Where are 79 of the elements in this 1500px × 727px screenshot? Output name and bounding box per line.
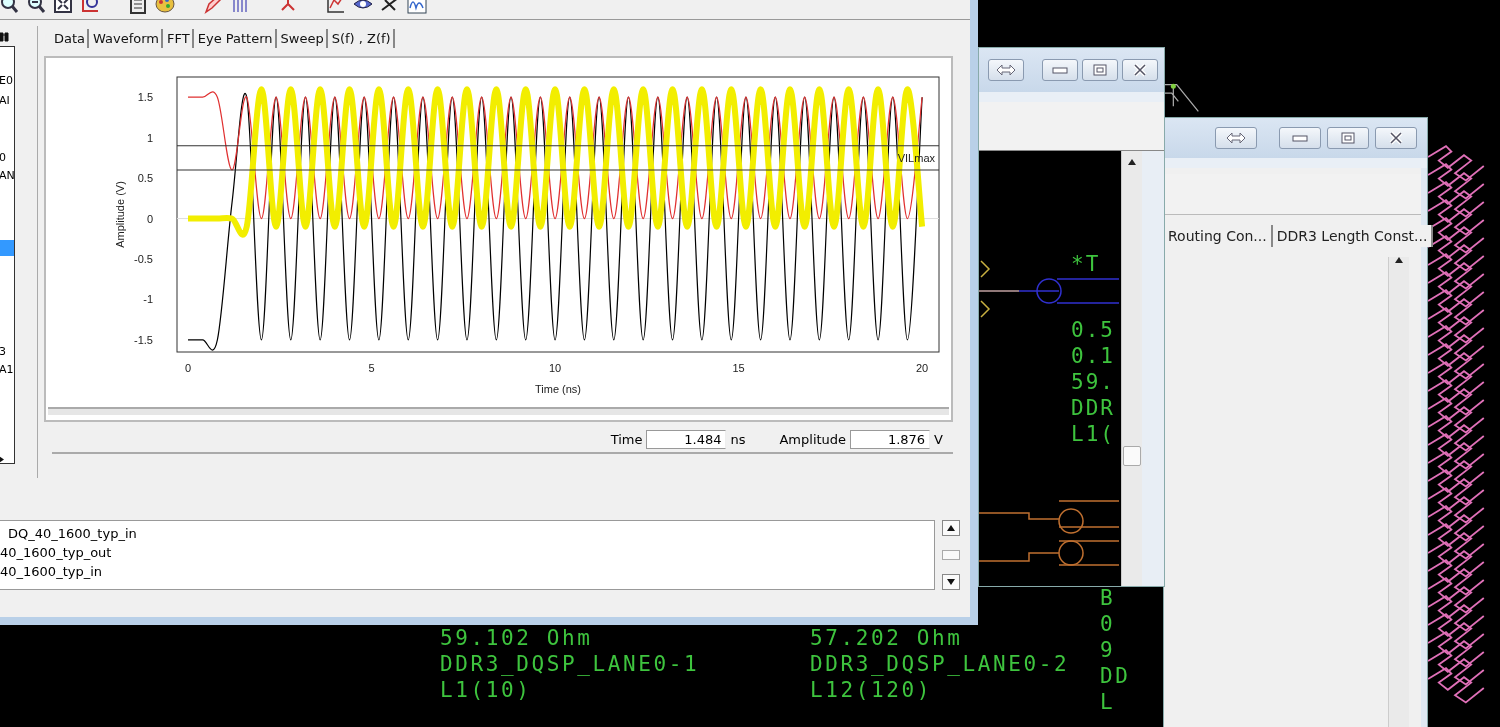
bar-chart-icon[interactable] bbox=[230, 0, 250, 14]
layout-label: 57.202 Ohm bbox=[810, 625, 964, 651]
y-axis-title: Amplitude (V) bbox=[114, 181, 126, 248]
layout-label: 0.1 bbox=[1071, 343, 1115, 369]
line-chart-icon[interactable] bbox=[326, 0, 346, 14]
scroll-thumb[interactable] bbox=[942, 550, 960, 560]
scroll-down-icon[interactable] bbox=[947, 579, 955, 585]
value-field[interactable]: 1.484 bbox=[646, 429, 727, 449]
field-label: Amplitude bbox=[779, 431, 847, 447]
layout-label: 59. bbox=[1071, 369, 1115, 395]
x-axis-title: Time (ns) bbox=[535, 383, 581, 395]
axis-tick-label: 10 bbox=[548, 362, 562, 374]
layout-label: 9 bbox=[1100, 637, 1117, 663]
close-icon[interactable] bbox=[1122, 59, 1158, 81]
document-icon[interactable] bbox=[128, 0, 148, 14]
minimize-icon[interactable] bbox=[1279, 127, 1321, 149]
axis-tick-label: 0 bbox=[146, 212, 153, 225]
axis-tick-label: -1 bbox=[143, 293, 153, 306]
selection-highlight bbox=[0, 240, 14, 256]
tab[interactable]: FFT bbox=[165, 28, 194, 48]
list-item[interactable]: 0 bbox=[0, 152, 14, 164]
layout-label: DDR bbox=[1071, 395, 1115, 421]
unit-label: V bbox=[934, 431, 943, 447]
axis-tick-label: 0 bbox=[184, 362, 192, 374]
tab[interactable]: Sweep bbox=[278, 28, 328, 48]
tab[interactable]: Eye Pattern bbox=[195, 28, 277, 48]
axis-tick-label: 15 bbox=[732, 362, 745, 374]
layout-label: *T bbox=[1071, 251, 1102, 277]
scrollbar[interactable] bbox=[941, 520, 961, 590]
scroll-right-icon[interactable] bbox=[0, 456, 4, 463]
list-item[interactable]: 40_1600_typ_out bbox=[0, 543, 934, 562]
list-item[interactable]: E0 bbox=[0, 75, 14, 87]
layout-label: DDR3_DQSP_LANE0-2 bbox=[810, 651, 1071, 677]
pen-icon[interactable] bbox=[203, 0, 223, 14]
list-item[interactable]: DQ_40_1600_typ_in bbox=[0, 524, 934, 543]
layout-label: 59.102 Ohm bbox=[440, 625, 594, 651]
zoom-select-icon[interactable] bbox=[80, 0, 100, 14]
minimize-icon[interactable] bbox=[1042, 59, 1078, 81]
scroll-up-icon[interactable] bbox=[1128, 159, 1136, 165]
close-icon[interactable] bbox=[1375, 127, 1417, 149]
axis-tick-label: 1.5 bbox=[137, 91, 153, 104]
unit-label: ns bbox=[730, 431, 746, 447]
layout-label: L1( bbox=[1071, 421, 1115, 447]
scroll-up-icon[interactable] bbox=[1395, 257, 1403, 263]
palette-icon[interactable] bbox=[155, 0, 175, 14]
zoom-out-icon[interactable] bbox=[26, 0, 46, 14]
tab[interactable]: S(f) , Z(f) bbox=[329, 28, 395, 48]
axis-tick-label: 5 bbox=[368, 362, 375, 374]
list-item[interactable]: 3 bbox=[0, 346, 14, 358]
maximize-icon[interactable] bbox=[1327, 127, 1369, 149]
scroll-thumb[interactable] bbox=[1123, 446, 1141, 466]
axis-tick-label: 0.5 bbox=[137, 172, 153, 185]
value-field[interactable]: 1.876 bbox=[850, 429, 931, 449]
scrollbar[interactable] bbox=[48, 407, 949, 415]
scroll-down-button[interactable] bbox=[942, 574, 960, 590]
scroll-up-button[interactable] bbox=[942, 520, 960, 536]
layout-label: L bbox=[1100, 689, 1117, 715]
layout-label: L1(10) bbox=[440, 677, 533, 703]
layout-label: B bbox=[1100, 585, 1117, 611]
list-item[interactable]: 40_1600_typ_in bbox=[0, 562, 934, 581]
layout-label: 0.5 bbox=[1071, 317, 1115, 343]
tab[interactable]: Data bbox=[52, 28, 90, 48]
layout-label: L12(120) bbox=[810, 677, 933, 703]
layout-label: DD bbox=[1100, 663, 1131, 689]
swap-arrows-icon[interactable] bbox=[1215, 127, 1257, 149]
scroll-up-icon[interactable] bbox=[947, 525, 955, 531]
layout-label: DDR3_DQSP_LANE0-1 bbox=[440, 651, 701, 677]
scrollbar[interactable] bbox=[1121, 151, 1142, 586]
scrollbar[interactable] bbox=[1388, 257, 1409, 727]
axis-tick-label: -0.5 bbox=[134, 253, 153, 265]
axis-tick-label: 20 bbox=[916, 362, 929, 374]
axis-tick-label: -1.5 bbox=[134, 333, 153, 346]
axis-tick-label: 1 bbox=[146, 131, 153, 144]
layout-label: 0 bbox=[1100, 611, 1117, 637]
fit-view-icon[interactable] bbox=[53, 0, 73, 14]
tab[interactable]: Waveform bbox=[91, 28, 164, 48]
waveform-icon[interactable] bbox=[407, 0, 427, 14]
field-label: Time bbox=[610, 431, 643, 447]
swap-arrows-icon[interactable] bbox=[988, 59, 1024, 81]
